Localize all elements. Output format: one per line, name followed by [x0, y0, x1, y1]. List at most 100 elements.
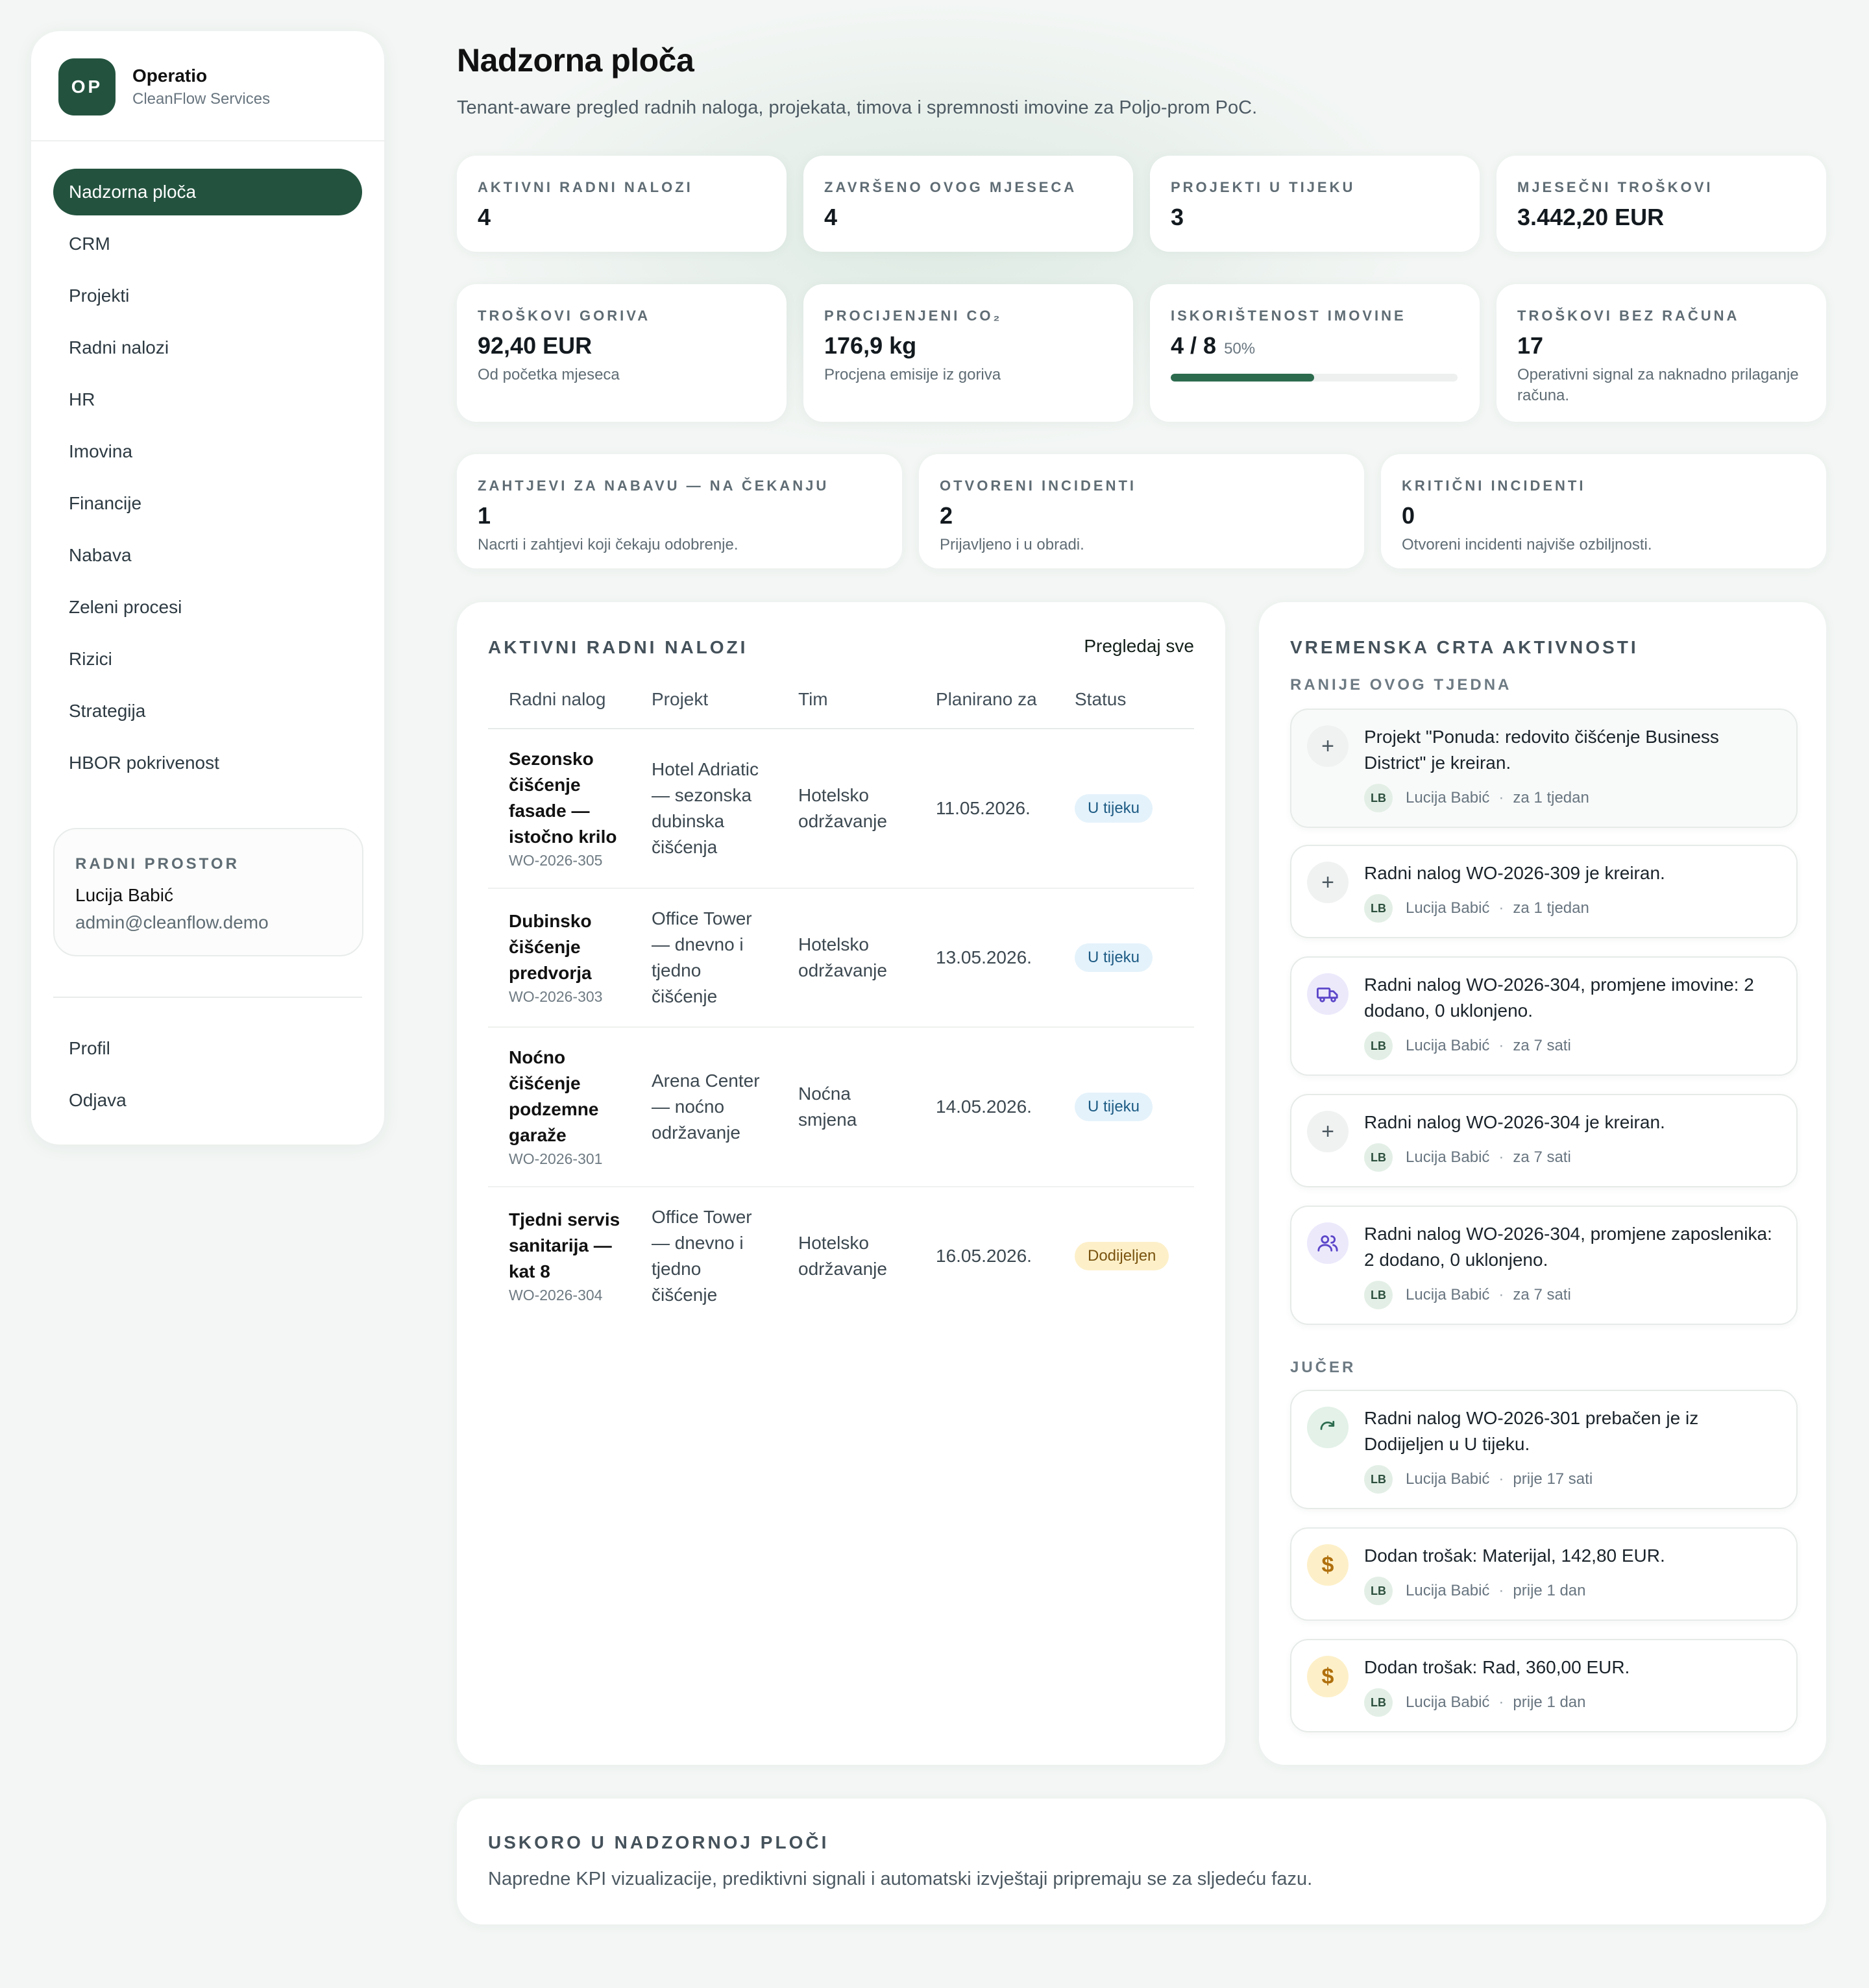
timeline-item[interactable]: + Radni nalog WO-2026-304 je kreiran. LB… — [1290, 1094, 1798, 1187]
cell-planned: 16.05.2026. — [936, 1246, 1032, 1266]
work-order-name[interactable]: Dubinsko čišćenje predvorja — [509, 908, 624, 986]
timeline-item[interactable]: Radni nalog WO-2026-301 prebačen je iz D… — [1290, 1390, 1798, 1509]
cell-project: Arena Center — noćno održavanje — [631, 1027, 777, 1187]
timeline-meta: LB Lucija Babić · za 7 sati — [1364, 1032, 1571, 1060]
kpi-label: OTVORENI INCIDENTI — [940, 478, 1137, 494]
kpi-card-fuel-costs: TROŠKOVI GORIVA 92,40 EUR Od početka mje… — [457, 284, 787, 422]
view-all-link[interactable]: Pregledaj sve — [1084, 636, 1194, 657]
timeline-item[interactable]: Radni nalog WO-2026-304, promjene zaposl… — [1290, 1206, 1798, 1325]
utilization-progress-bar — [1171, 374, 1458, 382]
coming-soon-panel: USKORO U NADZORNOJ PLOČI Napredne KPI vi… — [457, 1799, 1826, 1924]
cell-work-order: Noćno čišćenje podzemne garaže WO-2026-3… — [488, 1027, 631, 1187]
column-header-status[interactable]: Status — [1054, 686, 1194, 729]
table-row[interactable]: Tjedni servis sanitarija — kat 8 WO-2026… — [488, 1187, 1194, 1325]
timeline-time: za 1 tjedan — [1513, 789, 1589, 806]
nav-item-work-orders[interactable]: Radni nalozi — [53, 324, 362, 371]
kpi-value: 92,40 EUR — [478, 332, 592, 359]
kpi-label: ZAVRŠENO OVOG MJESECA — [824, 179, 1077, 195]
timeline-item[interactable]: Radni nalog WO-2026-304, promjene imovin… — [1290, 956, 1798, 1076]
plus-icon: + — [1307, 1111, 1349, 1152]
plus-icon: + — [1307, 725, 1349, 767]
work-orders-panel: AKTIVNI RADNI NALOZI Pregledaj sve Radni… — [457, 602, 1225, 1765]
timeline-user: Lucija Babić — [1406, 899, 1490, 917]
kpi-percentage: 50% — [1224, 340, 1256, 358]
timeline-item[interactable]: + Projekt "Ponuda: redovito čišćenje Bus… — [1290, 709, 1798, 828]
kpi-value: 4 — [824, 204, 838, 230]
nav-item-green-processes[interactable]: Zeleni procesi — [53, 584, 362, 631]
nav-item-finance[interactable]: Financije — [53, 480, 362, 527]
nav-item-strategy[interactable]: Strategija — [53, 688, 362, 734]
kpi-card-completed-this-month: ZAVRŠENO OVOG MJESECA 4 — [803, 156, 1133, 252]
kpi-label: AKTIVNI RADNI NALOZI — [478, 179, 693, 195]
work-order-code: WO-2026-303 — [509, 988, 603, 1005]
kpi-value: 3 — [1171, 204, 1184, 230]
nav-item-crm[interactable]: CRM — [53, 221, 362, 267]
column-header-work-order[interactable]: Radni nalog — [488, 686, 631, 729]
truck-icon — [1307, 973, 1349, 1015]
timeline-text: Radni nalog WO-2026-301 prebačen je iz D… — [1364, 1408, 1699, 1454]
timeline-section-label: RANIJE OVOG TJEDNA — [1290, 676, 1512, 694]
table-row[interactable]: Noćno čišćenje podzemne garaže WO-2026-3… — [488, 1027, 1194, 1187]
kpi-value: 4 — [478, 204, 491, 230]
brand[interactable]: OP Operatio CleanFlow Services — [58, 58, 270, 115]
table-row[interactable]: Sezonsko čišćenje fasade — istočno krilo… — [488, 729, 1194, 889]
cell-team: Hotelsko održavanje — [777, 888, 915, 1028]
timeline-meta: LB Lucija Babić · za 7 sati — [1364, 1143, 1571, 1172]
timeline-meta: LB Lucija Babić · prije 17 sati — [1364, 1465, 1593, 1494]
kpi-note: Nacrti i zahtjevi koji čekaju odobrenje. — [478, 536, 739, 553]
account-nav: Profil Odjava — [53, 1025, 362, 1129]
nav-item-hr[interactable]: HR — [53, 376, 362, 423]
work-order-name[interactable]: Noćno čišćenje podzemne garaže — [509, 1045, 624, 1148]
cell-status: Dodijeljen — [1054, 1187, 1194, 1325]
kpi-card-active-work-orders: AKTIVNI RADNI NALOZI 4 — [457, 156, 787, 252]
nav-item-logout[interactable]: Odjava — [53, 1077, 362, 1124]
timeline-item[interactable]: + Radni nalog WO-2026-309 je kreiran. LB… — [1290, 845, 1798, 938]
divider — [53, 997, 362, 998]
kpi-note: Od početka mjeseca — [478, 366, 620, 383]
timeline-item[interactable]: $ Dodan trošak: Rad, 360,00 EUR. LB Luci… — [1290, 1639, 1798, 1732]
sidebar: OP Operatio CleanFlow Services Nadzorna … — [31, 31, 384, 1145]
timeline-item[interactable]: $ Dodan trošak: Materijal, 142,80 EUR. L… — [1290, 1527, 1798, 1621]
nav-item-procurement[interactable]: Nabava — [53, 532, 362, 579]
work-orders-table: Radni nalog Projekt Tim Planirano za Sta… — [488, 686, 1194, 1325]
timeline-time: za 7 sati — [1513, 1286, 1571, 1303]
nav-item-dashboard[interactable]: Nadzorna ploča — [53, 169, 362, 215]
column-header-planned[interactable]: Planirano za — [915, 686, 1054, 729]
cell-planned: 14.05.2026. — [915, 1027, 1054, 1187]
column-header-team[interactable]: Tim — [777, 686, 915, 729]
timeline-user: Lucija Babić — [1406, 1582, 1490, 1599]
nav-item-risks[interactable]: Rizici — [53, 636, 362, 683]
status-badge: Dodijeljen — [1075, 1242, 1169, 1270]
work-order-name[interactable]: Sezonsko čišćenje fasade — istočno krilo — [509, 746, 624, 850]
workspace-user-email: admin@cleanflow.demo — [75, 912, 269, 932]
nav-item-profile[interactable]: Profil — [53, 1025, 362, 1072]
dollar-icon: $ — [1307, 1544, 1349, 1586]
timeline-time: prije 1 dan — [1513, 1693, 1586, 1711]
kpi-value: 0 — [1402, 502, 1415, 529]
timeline-text: Radni nalog WO-2026-304 je kreiran. — [1364, 1112, 1665, 1132]
kpi-note: Prijavljeno i u obradi. — [940, 536, 1084, 553]
kpi-card-pending-procurement: ZAHTJEVI ZA NABAVU — NA ČEKANJU 1 Nacrti… — [457, 454, 902, 568]
kpi-value-text: 4 / 8 — [1171, 332, 1217, 359]
cell-project: Office Tower — dnevno i tjedno čišćenje — [652, 1207, 752, 1305]
work-order-code: WO-2026-301 — [509, 1150, 603, 1167]
kpi-value: 3.442,20 EUR — [1517, 204, 1665, 230]
nav-item-projects[interactable]: Projekti — [53, 273, 362, 319]
timeline-user: Lucija Babić — [1406, 1470, 1490, 1488]
cell-project: Hotel Adriatic — sezonska dubinska čišće… — [631, 729, 777, 889]
timeline-text: Projekt "Ponuda: redovito čišćenje Busin… — [1364, 727, 1719, 773]
table-row[interactable]: Dubinsko čišćenje predvorja WO-2026-303 … — [488, 888, 1194, 1028]
work-order-name[interactable]: Tjedni servis sanitarija — kat 8 — [509, 1207, 624, 1285]
work-order-code: WO-2026-304 — [509, 1287, 603, 1303]
timeline-time: prije 1 dan — [1513, 1582, 1586, 1599]
kpi-card-estimated-co2: PROCIJENJENI CO₂ 176,9 kg Procjena emisi… — [803, 284, 1133, 422]
timeline-user: Lucija Babić — [1406, 1037, 1490, 1054]
workspace-card: RADNI PROSTOR Lucija Babić admin@cleanfl… — [53, 828, 363, 956]
nav-item-hbor-coverage[interactable]: HBOR pokrivenost — [53, 740, 362, 786]
timeline-user: Lucija Babić — [1406, 789, 1490, 806]
cell-work-order: Sezonsko čišćenje fasade — istočno krilo… — [488, 729, 631, 889]
nav-item-assets[interactable]: Imovina — [53, 428, 362, 475]
column-header-project[interactable]: Projekt — [631, 686, 777, 729]
timeline-text: Radni nalog WO-2026-304, promjene zaposl… — [1364, 1224, 1772, 1270]
coming-soon-text: Napredne KPI vizualizacije, prediktivni … — [488, 1869, 1313, 1889]
